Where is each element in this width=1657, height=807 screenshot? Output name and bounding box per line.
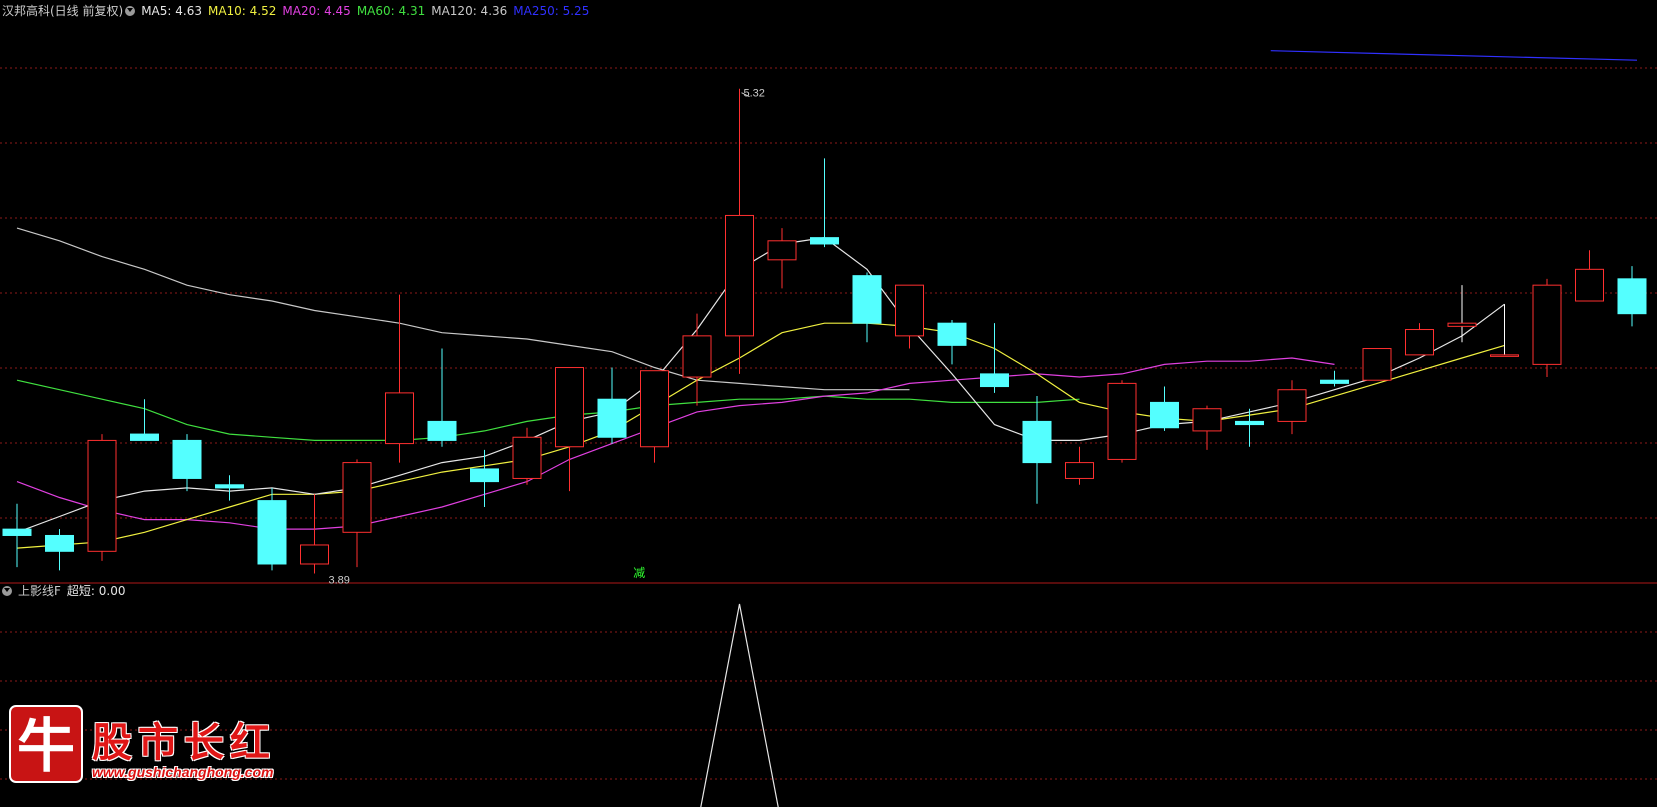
candle-body-down — [980, 373, 1009, 388]
candle-body-up — [725, 214, 754, 337]
candle-body-up — [1575, 268, 1604, 302]
candle-body-up — [682, 335, 712, 378]
candle-body-up — [1490, 354, 1519, 357]
candle-body-down — [130, 433, 159, 441]
candle-body-down — [597, 398, 627, 438]
indicator-value: 超短: 0.00 — [66, 584, 126, 598]
candle-body-down — [810, 237, 839, 245]
brand-url: www.gushichanghong.com — [92, 764, 274, 780]
candle-body-down — [1320, 379, 1349, 384]
candle-body-up — [87, 439, 117, 552]
candle-body-up — [895, 284, 924, 337]
candle-body-up — [1107, 382, 1137, 460]
ma20-line — [16, 357, 1335, 530]
signal-label: 减 — [633, 566, 645, 580]
ma10-label: MA10: 4.52 — [207, 4, 277, 18]
candle-body-down — [215, 484, 244, 489]
high-price-label: 5.32 — [744, 88, 765, 100]
candle-body-up — [1532, 284, 1562, 365]
logo-char: 牛 — [17, 712, 75, 780]
candle-body-up — [300, 544, 329, 565]
candle-body-up — [1277, 389, 1307, 422]
ma20-label: MA20: 4.45 — [282, 4, 351, 18]
candle-body-down — [937, 322, 967, 346]
candle-body-down — [1617, 278, 1647, 315]
candle-body-down — [172, 439, 202, 479]
candle-body-down — [1150, 401, 1179, 429]
candle-body-up — [1362, 348, 1392, 381]
candle-body-up — [385, 392, 414, 445]
ma250-label: MA250: 5.25 — [513, 4, 590, 18]
candle-body-down — [45, 534, 74, 552]
candle-body-down — [257, 500, 287, 565]
brand-name: 股市长红 — [92, 719, 276, 766]
kline-chart[interactable]: 5.32 3.89 减 — [0, 0, 1657, 807]
ma250-line — [1270, 50, 1638, 61]
settings-dropdown-icon[interactable] — [125, 6, 136, 16]
candle-body-down — [852, 275, 882, 324]
ma5-label: MA5: 4.63 — [141, 4, 202, 18]
moving-average-lines — [16, 50, 1638, 549]
indicator-name: 上影线F — [18, 584, 61, 598]
candle-body-up — [1065, 462, 1094, 479]
indicator-dropdown-icon[interactable] — [2, 586, 12, 596]
price-grid — [0, 67, 1657, 584]
ma60-label: MA60: 4.31 — [356, 4, 426, 18]
ma120-label: MA120: 4.36 — [431, 4, 508, 18]
candle-body-up — [767, 240, 797, 261]
candle-body-down — [1022, 420, 1052, 464]
candle-body-up — [640, 370, 669, 448]
low-price-label: 3.89 — [329, 574, 350, 586]
candle-body-down — [470, 468, 499, 483]
stock-name: 汉邦高科(日线 前复权) — [2, 4, 124, 18]
indicator-header: 上影线F 超短: 0.00 — [2, 584, 131, 598]
candle-body-up — [1447, 322, 1477, 327]
candle-body-up — [555, 367, 584, 448]
candle-body-down — [427, 420, 457, 441]
main-chart-header: 汉邦高科(日线 前复权) MA5: 4.63 MA10: 4.52 MA20: 4.4… — [2, 4, 595, 18]
candle-body-up — [1192, 408, 1222, 432]
candle-body-up — [1405, 329, 1434, 356]
candle-body-up — [342, 462, 372, 533]
candle-body-down — [1235, 420, 1264, 426]
candle-body-down — [2, 528, 32, 536]
candle-body-up — [512, 436, 542, 479]
ma10-line — [16, 322, 1505, 549]
